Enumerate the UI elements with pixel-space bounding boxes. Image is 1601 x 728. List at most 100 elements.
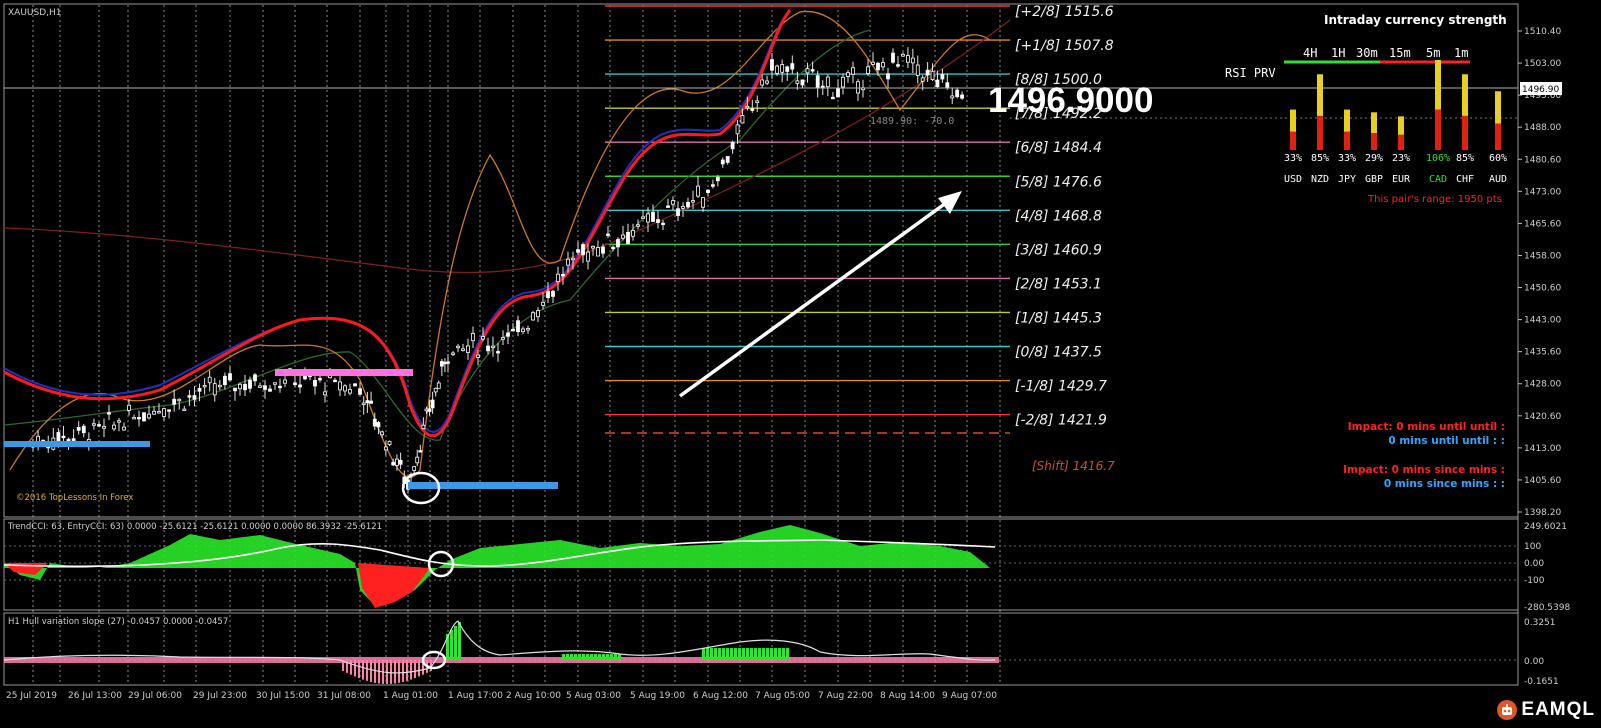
candle-body <box>930 70 935 80</box>
candle-body <box>358 388 362 395</box>
hull-bar-pos <box>458 622 461 660</box>
candle-body <box>217 384 222 388</box>
price-tick-label: 1458.00 <box>1524 251 1561 261</box>
candle-body <box>127 404 131 411</box>
candle-body <box>925 69 930 76</box>
hull-tick-label: 0.3251 <box>1524 618 1556 628</box>
hull-bar-neg <box>410 660 412 680</box>
candle-body <box>805 68 810 74</box>
price-tick-label: 1465.60 <box>1524 219 1561 229</box>
candle-body <box>666 205 670 208</box>
candle-body <box>546 291 550 298</box>
hull-bar-pos <box>786 648 789 660</box>
pair-range-text: This pair's range: 1950 pts <box>1367 194 1502 205</box>
candle-body <box>536 310 540 318</box>
candle-body <box>496 351 500 354</box>
robot-icon <box>1497 700 1518 720</box>
time-tick-label: 6 Aug 12:00 <box>693 691 748 701</box>
candle-body <box>263 385 267 390</box>
candle-body <box>162 408 166 417</box>
candle-body <box>361 402 366 406</box>
candle-body <box>376 422 381 428</box>
candle-body <box>132 417 136 420</box>
hull-bar-pos <box>774 648 777 660</box>
candle-body <box>836 88 840 98</box>
candle-body <box>636 224 640 227</box>
chart-window[interactable]: XAUUSD,H1 ©2016 TopLessons In Forex [+2/… <box>0 0 1601 724</box>
time-tick-label: 1 Aug 01:00 <box>383 691 438 701</box>
candle-body <box>318 378 322 381</box>
candle-body <box>711 184 715 187</box>
candle-body <box>253 374 257 382</box>
candle-body <box>430 399 435 409</box>
time-tick-label: 26 Jul 13:00 <box>68 691 122 701</box>
candle-body <box>795 80 800 84</box>
currency-code: EUR <box>1392 174 1411 185</box>
trend-arrow-line <box>678 198 952 398</box>
murrey-labels: [+2/8] 1515.6[+1/8] 1507.8[8/8] 1500.0[7… <box>1015 4 1114 429</box>
murrey-label: [4/8] 1468.8 <box>1015 208 1102 224</box>
candle-body <box>412 466 417 471</box>
candle-body <box>501 337 505 340</box>
candle-body <box>338 381 342 391</box>
candle-body <box>466 345 470 354</box>
hull-axis: 0.3251 0.00 -0.1651 <box>1524 618 1559 687</box>
candle-body <box>790 63 795 70</box>
time-tick-label: 2 Aug 10:00 <box>506 691 561 701</box>
news-line-1: Impact: 0 mins until until : <box>1348 421 1505 433</box>
candle-body <box>152 410 156 415</box>
hull-bar-pos <box>750 648 753 660</box>
current-price-tag: 1496.90 <box>1522 85 1559 95</box>
candle-body <box>323 391 327 396</box>
candle-body <box>433 387 438 393</box>
hull-bar-pos <box>574 654 577 660</box>
candle-body <box>866 66 870 74</box>
strength-percent: 85% <box>1456 153 1474 164</box>
murrey-label: [3/8] 1460.9 <box>1015 242 1102 258</box>
hull-bar-pos <box>762 648 765 660</box>
hull-bar-pos <box>590 654 593 660</box>
strength-bar-top <box>1398 116 1404 135</box>
hull-bar-neg <box>406 660 408 681</box>
candle-body <box>651 211 655 222</box>
price-tick-label: 1473.00 <box>1524 187 1561 197</box>
candle-body <box>348 389 352 394</box>
candle-body <box>443 361 447 365</box>
hull-bar-neg <box>370 660 372 682</box>
candle-body <box>881 62 885 68</box>
chart-canvas[interactable]: XAUUSD,H1 ©2016 TopLessons In Forex [+2/… <box>0 0 1601 724</box>
timeframe-label: 4H <box>1303 46 1317 60</box>
murrey-label: [1/8] 1445.3 <box>1015 310 1102 326</box>
strength-bar-top <box>1290 109 1296 132</box>
eamql-logo: EAMQL <box>1497 699 1595 721</box>
candle-body <box>187 395 192 398</box>
time-axis: 25 Jul 2019 26 Jul 13:00 29 Jul 06:00 29 Ju… <box>6 691 997 701</box>
cci-tick-label: 100 <box>1524 542 1541 552</box>
candle-body <box>765 80 769 84</box>
candle-body <box>851 67 855 75</box>
candle-body <box>910 57 915 64</box>
candle-body <box>446 361 450 364</box>
hull-bar-pos <box>722 648 725 660</box>
candle-body <box>621 234 625 239</box>
candle-body <box>825 76 830 88</box>
candle-body <box>601 246 605 254</box>
candle-body <box>656 219 660 223</box>
candle-body <box>521 328 525 333</box>
price-tick-label: 1420.60 <box>1524 412 1561 422</box>
candle-body <box>606 233 610 236</box>
candle-body <box>380 431 385 436</box>
candle-body <box>745 105 750 109</box>
strength-percent: 33% <box>1284 153 1302 164</box>
murrey-shift-label: [Shift] 1416.7 <box>1032 459 1115 473</box>
hull-bar-pos <box>570 654 573 660</box>
time-tick-label: 8 Aug 14:00 <box>880 691 935 701</box>
candle-body <box>142 412 146 422</box>
candle-body <box>841 76 845 88</box>
slow-ma-line <box>3 19 1011 274</box>
time-tick-label: 5 Aug 19:00 <box>630 691 685 701</box>
hull-bar-pos <box>610 654 613 660</box>
news-line-3: Impact: 0 mins since mins : <box>1343 464 1505 476</box>
timeframe-label: 1H <box>1331 46 1345 60</box>
murrey-label: [5/8] 1476.6 <box>1015 174 1102 190</box>
